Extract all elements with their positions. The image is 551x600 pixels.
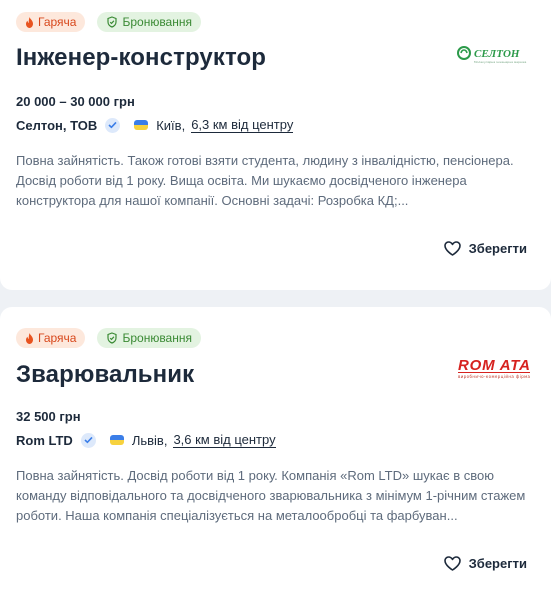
company-logo: СЕЛТОН Молекулярна інженерна мережа — [457, 45, 533, 70]
city: Львів, — [131, 432, 168, 448]
company-logo: ROM ATA виробничо-комерційна фірма — [457, 355, 533, 384]
ukraine-flag-icon — [134, 120, 149, 130]
city: Київ, — [156, 117, 186, 133]
svg-text:Молекулярна інженерна мережа: Молекулярна інженерна мережа — [474, 60, 527, 64]
heart-icon — [443, 241, 461, 256]
badges-row: Гаряча Бронювання — [16, 12, 201, 32]
shield-check-icon — [107, 16, 118, 28]
vacancy-title[interactable]: Інженер-конструктор — [16, 44, 266, 72]
booking-badge-label: Бронювання — [122, 331, 192, 345]
company-row: Rom LTD Львів, 3,6 км від центру — [16, 432, 276, 448]
booking-badge: Бронювання — [97, 328, 201, 348]
heart-icon — [443, 556, 461, 571]
salary: 32 500 грн — [16, 409, 81, 424]
distance-link[interactable]: 6,3 км від центру — [191, 117, 294, 133]
hot-badge: Гаряча — [16, 328, 86, 348]
save-label: Зберегти — [468, 241, 527, 256]
save-button[interactable]: Зберегти — [443, 241, 527, 256]
ukraine-flag-icon — [109, 435, 124, 445]
vacancy-title[interactable]: Зварювальник — [16, 361, 194, 389]
svg-text:ROM ATA: ROM ATA — [458, 357, 530, 374]
badges-row: Гаряча Бронювання — [16, 328, 201, 348]
company-row: Селтон, ТОВ Київ, 6,3 км від центру — [16, 117, 294, 133]
booking-badge-label: Бронювання — [122, 15, 192, 29]
verified-icon — [105, 117, 121, 133]
save-label: Зберегти — [468, 556, 527, 571]
company-name[interactable]: Rom LTD — [16, 433, 73, 448]
hot-badge: Гаряча — [16, 12, 86, 32]
distance-link[interactable]: 3,6 км від центру — [173, 432, 276, 448]
svg-text:СЕЛТОН: СЕЛТОН — [474, 48, 520, 60]
fire-icon — [26, 332, 33, 344]
salary: 20 000 – 30 000 грн — [16, 94, 135, 109]
save-button[interactable]: Зберегти — [443, 556, 527, 571]
svg-text:виробничо-комерційна фірма: виробничо-комерційна фірма — [458, 374, 531, 379]
fire-icon — [26, 16, 33, 28]
booking-badge: Бронювання — [97, 12, 201, 32]
vacancy-list: Гаряча Бронювання Інженер-конструктор СЕ… — [0, 0, 551, 600]
hot-badge-label: Гаряча — [38, 15, 77, 29]
hot-badge-label: Гаряча — [38, 331, 77, 345]
verified-icon — [80, 432, 96, 448]
vacancy-description: Повна зайнятість. Досвід роботи від 1 ро… — [16, 468, 526, 523]
company-name[interactable]: Селтон, ТОВ — [16, 118, 97, 133]
vacancy-description: Повна зайнятість. Також готові взяти сту… — [16, 153, 514, 208]
shield-check-icon — [107, 332, 118, 344]
